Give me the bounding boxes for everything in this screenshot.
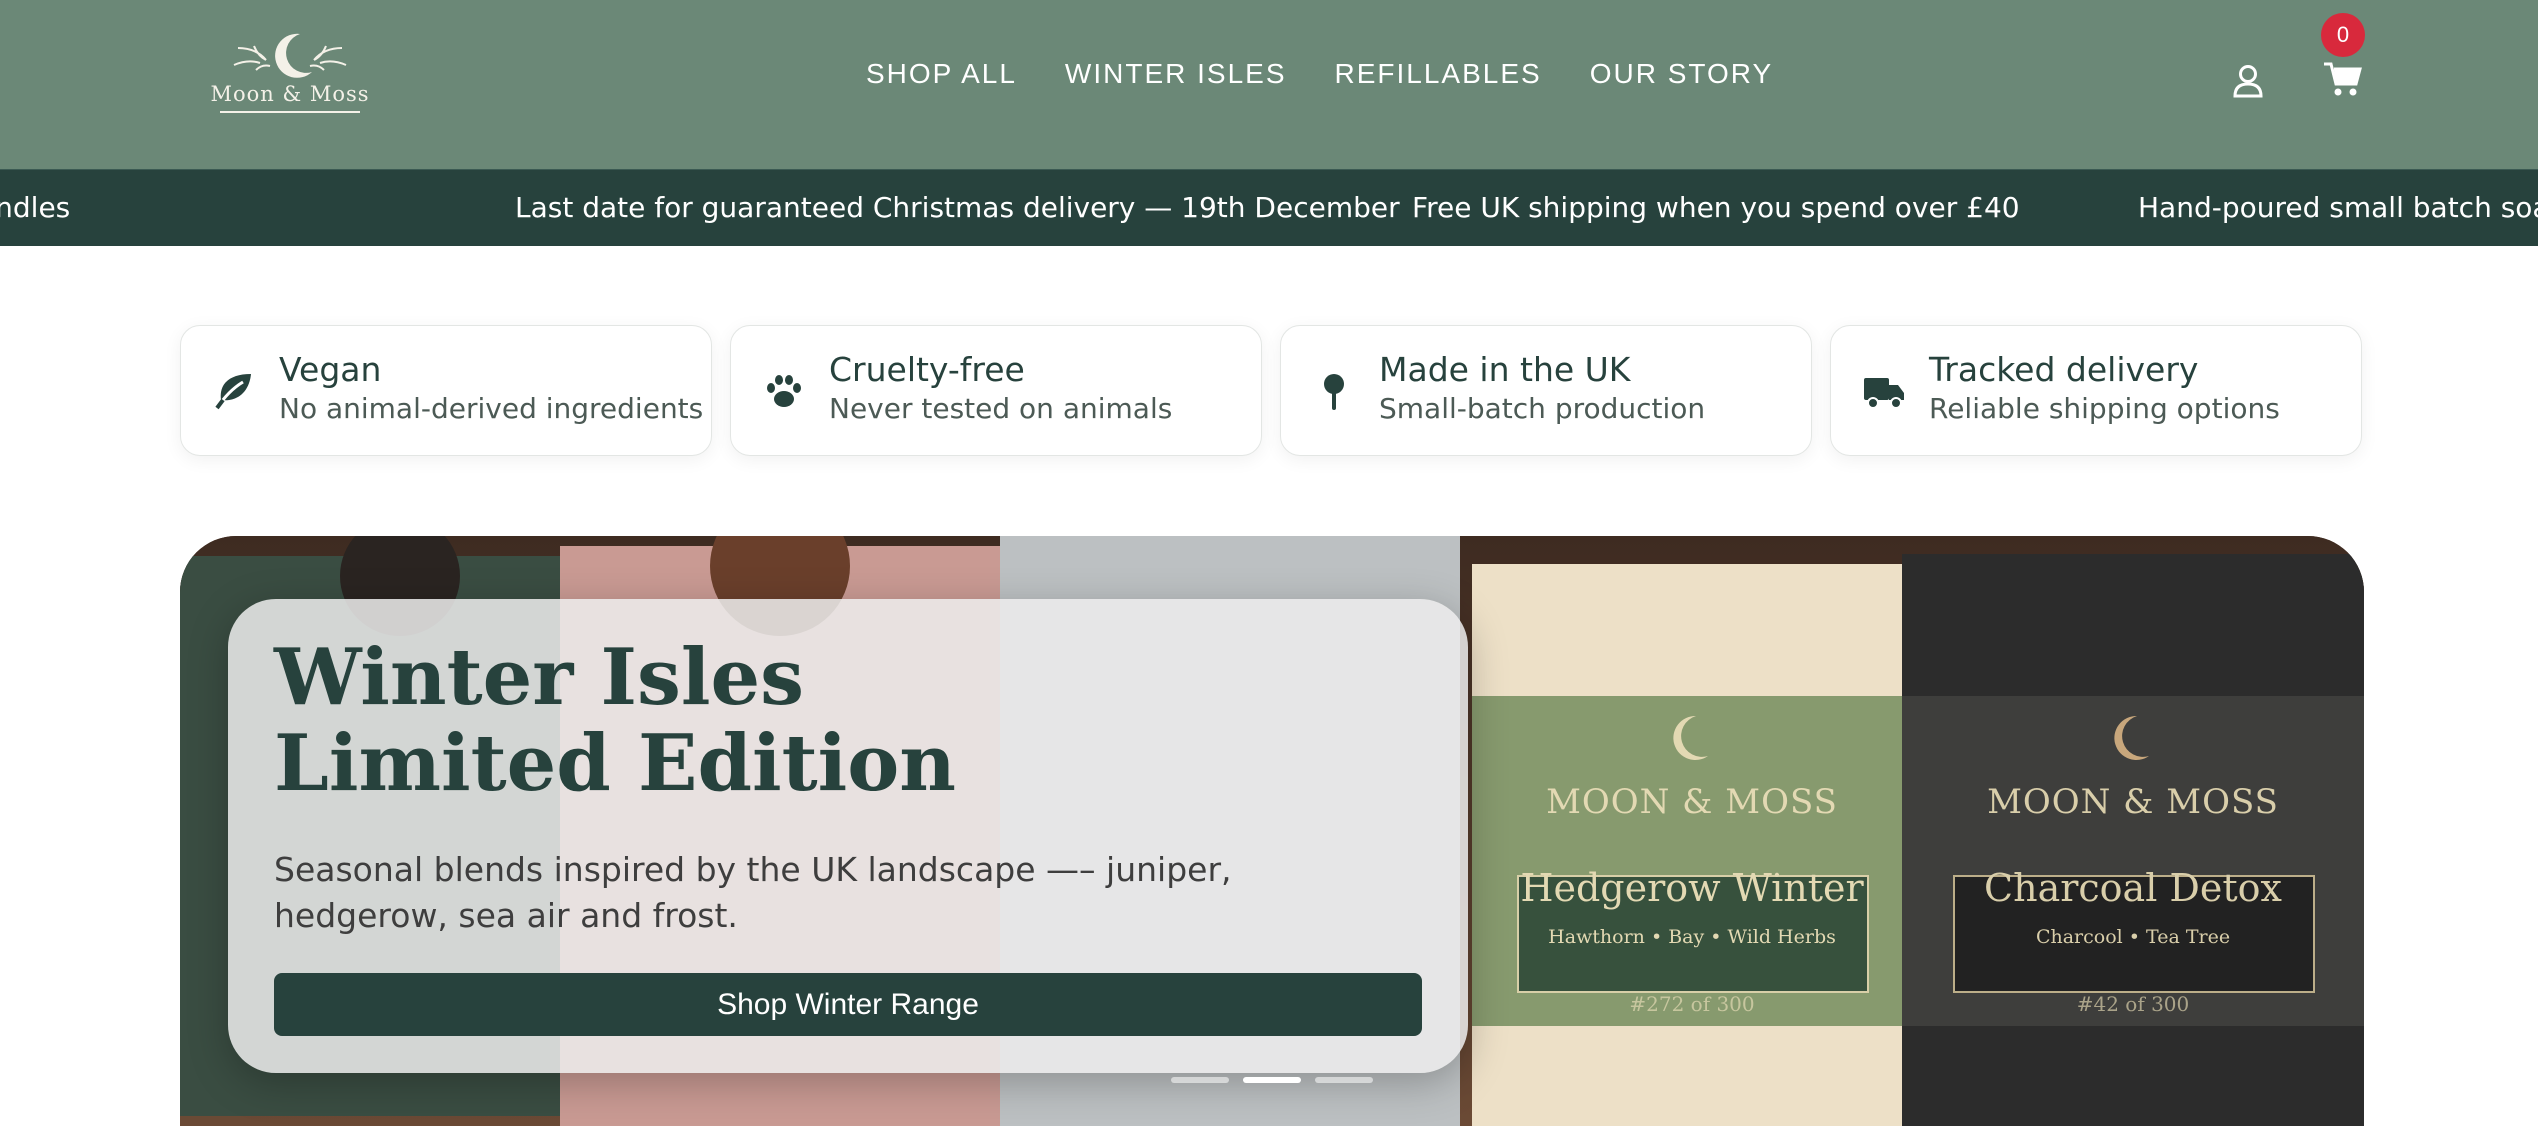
feature-card-tracked-delivery: Tracked delivery Reliable shipping optio… — [1830, 325, 2362, 456]
hero-content-panel: Winter Isles Limited Edition Seasonal bl… — [228, 599, 1468, 1073]
product-label-charcoal: MOON & MOSS Charcoal Detox Charcool • Te… — [1902, 712, 2364, 1016]
product-label-hedgerow: MOON & MOSS Hedgerow Winter Hawthorn • B… — [1472, 712, 1912, 1016]
truck-icon — [1864, 378, 1904, 409]
ticker-item: Last date for guaranteed Christmas deliv… — [515, 191, 1400, 224]
hero-title-line: Winter Isles — [274, 632, 805, 723]
cart-icon[interactable] — [2322, 60, 2362, 98]
leaf-icon — [215, 374, 251, 410]
feature-title: Cruelty-free — [829, 350, 1025, 389]
brand-name: Moon & Moss — [210, 82, 370, 106]
hero-description: Seasonal blends inspired by the UK lands… — [274, 850, 1232, 935]
carousel-dot-active[interactable] — [1243, 1077, 1301, 1083]
product-name: Charcoal Detox — [1984, 866, 2282, 910]
carousel-indicators — [1171, 1077, 1373, 1083]
product-notes: Hawthorn • Bay • Wild Herbs — [1548, 926, 1836, 948]
logo-underline — [220, 111, 360, 113]
hero-title: Winter Isles Limited Edition — [274, 635, 1274, 807]
ticker-item: Hand-poured small batch soaps & candles — [2138, 191, 2538, 224]
carousel-dot[interactable] — [1315, 1077, 1373, 1083]
moon-leaf-logo-icon — [2114, 715, 2149, 760]
main-nav: SHOP ALL WINTER ISLES REFILLABLES OUR ST… — [866, 58, 1773, 90]
hero-title-line: Limited Edition — [274, 718, 957, 809]
product-batch: #42 of 300 — [2076, 992, 2190, 1016]
cart-count-badge: 0 — [2321, 13, 2365, 57]
feature-card-made-in-uk: Made in the UK Small-batch production — [1280, 325, 1812, 456]
feature-subtitle: No animal-derived ingredients — [279, 392, 704, 425]
feature-title: Made in the UK — [1379, 350, 1631, 389]
announcement-ticker: Hand-poured small batch soaps & candles … — [0, 169, 2538, 246]
feature-title: Tracked delivery — [1929, 350, 2199, 389]
feature-title: Vegan — [279, 350, 382, 389]
ticker-item: Free UK shipping when you spend over £40 — [1412, 191, 2020, 224]
product-name: Hedgerow Winter — [1520, 866, 1864, 910]
feature-subtitle: Small-batch production — [1379, 392, 1706, 425]
feature-subtitle: Reliable shipping options — [1929, 392, 2280, 425]
feature-card-vegan: Vegan No animal-derived ingredients — [180, 325, 712, 456]
feature-card-cruelty-free: Cruelty-free Never tested on animals — [730, 325, 1262, 456]
brand-logo[interactable]: Moon & Moss — [208, 30, 372, 116]
site-header: Moon & Moss SHOP ALL WINTER ISLES REFILL… — [0, 0, 2538, 169]
nav-winter-isles[interactable]: WINTER ISLES — [1065, 58, 1287, 90]
nav-our-story[interactable]: OUR STORY — [1590, 58, 1773, 90]
product-notes: Charcool • Tea Tree — [2035, 926, 2231, 948]
moon-leaf-logo-icon — [233, 33, 347, 78]
shop-winter-range-button[interactable]: Shop Winter Range — [274, 973, 1422, 1036]
moon-leaf-logo-icon — [1673, 715, 1708, 760]
nav-shop-all[interactable]: SHOP ALL — [866, 58, 1017, 90]
product-batch: #272 of 300 — [1629, 992, 1755, 1016]
feature-strip: Vegan No animal-derived ingredients Crue… — [180, 325, 2362, 456]
carousel-dot[interactable] — [1171, 1077, 1229, 1083]
paw-icon — [767, 375, 801, 407]
feature-subtitle: Never tested on animals — [829, 392, 1173, 425]
hero-banner: MOON & MOSS Hedgerow Winter Hawthorn • B… — [180, 536, 2364, 1126]
nav-refillables[interactable]: REFILLABLES — [1335, 58, 1542, 90]
account-icon[interactable] — [2230, 62, 2266, 98]
pin-icon — [1324, 374, 1344, 410]
ticker-item: Hand-poured small batch soaps & candles — [0, 191, 71, 224]
product-brand: MOON & MOSS — [1546, 782, 1838, 822]
product-brand: MOON & MOSS — [1987, 782, 2279, 822]
